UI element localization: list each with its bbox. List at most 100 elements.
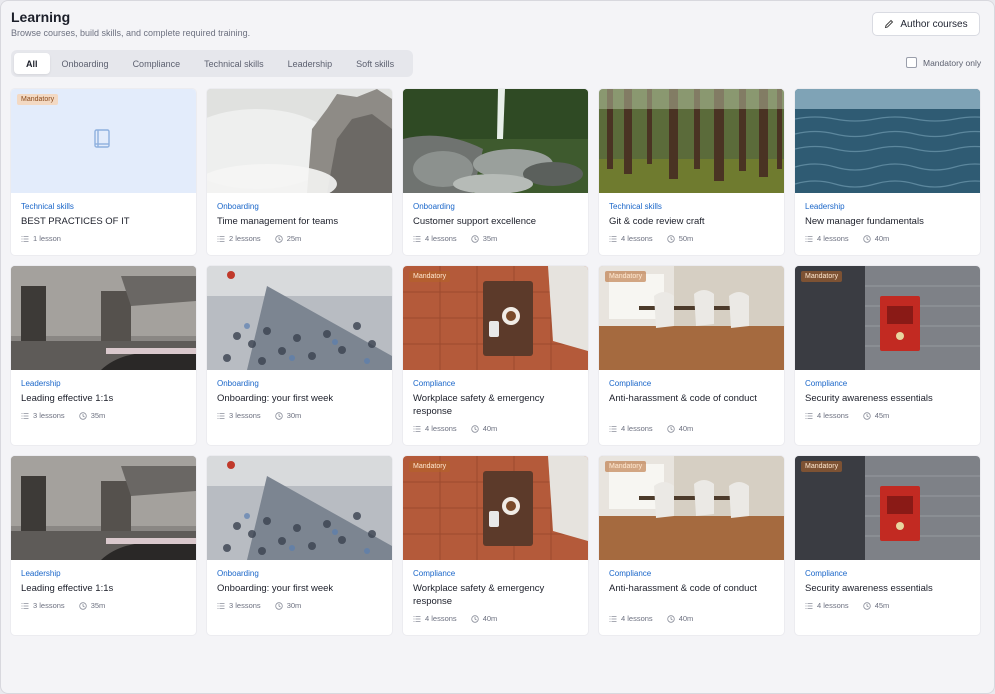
lessons-icon <box>21 412 29 419</box>
course-meta: 4 lessons 45m <box>805 601 889 610</box>
course-thumbnail: Mandatory <box>11 89 196 193</box>
duration: 35m <box>90 411 106 420</box>
lessons-icon <box>217 412 225 419</box>
course-meta: 4 lessons 40m <box>609 614 693 623</box>
mandatory-only-filter[interactable]: Mandatory only <box>906 57 981 68</box>
lessons-icon <box>805 235 813 242</box>
mandatory-badge: Mandatory <box>17 94 59 105</box>
tab-onboarding[interactable]: Onboarding <box>50 53 121 74</box>
lesson-count: 3 lessons <box>229 411 261 420</box>
lessons-icon <box>21 602 29 609</box>
course-card[interactable]: Mandatory Technical skills BEST PRACTICES … <box>11 89 196 255</box>
course-title: Workplace safety & emergency response <box>413 393 545 417</box>
course-thumbnail <box>11 456 196 560</box>
course-category: Onboarding <box>413 202 455 211</box>
duration: 40m <box>482 614 498 623</box>
clock-icon <box>274 234 283 243</box>
lessons-icon <box>805 602 813 609</box>
course-category: Leadership <box>21 569 61 578</box>
author-courses-button[interactable]: Author courses <box>872 12 980 36</box>
course-card[interactable]: Mandatory Compliance Anti-harassment & cod… <box>599 266 784 445</box>
clock-icon <box>666 234 675 243</box>
course-meta: 4 lessons 40m <box>609 424 693 433</box>
mandatory-badge: Mandatory <box>801 271 843 282</box>
course-card[interactable]: Leadership Leading effective 1:1s 3 lesson… <box>11 456 196 635</box>
course-card[interactable]: Leadership Leading effective 1:1s 3 lesson… <box>11 266 196 445</box>
tab-leadership[interactable]: Leadership <box>276 53 345 74</box>
course-image <box>11 456 196 560</box>
clock-icon <box>862 411 871 420</box>
clock-icon <box>666 614 675 623</box>
lesson-count: 3 lessons <box>229 601 261 610</box>
course-thumbnail: Mandatory <box>795 456 980 560</box>
lesson-count: 4 lessons <box>425 424 457 433</box>
course-category: Compliance <box>805 569 848 578</box>
course-thumbnail: Mandatory <box>403 456 588 560</box>
course-meta: 3 lessons 35m <box>21 411 105 420</box>
category-tabs: All Onboarding Compliance Technical skil… <box>11 50 413 77</box>
clock-icon <box>470 234 479 243</box>
learning-page: Learning Browse courses, build skills, a… <box>0 0 995 694</box>
course-category: Compliance <box>413 569 456 578</box>
course-card[interactable]: Onboarding Onboarding: your first week 3 l… <box>207 456 392 635</box>
course-title: New manager fundamentals <box>805 216 924 227</box>
course-thumbnail <box>403 89 588 193</box>
course-category: Technical skills <box>21 202 74 211</box>
duration: 35m <box>90 601 106 610</box>
lessons-icon <box>217 235 225 242</box>
course-category: Compliance <box>413 379 456 388</box>
course-card[interactable]: Mandatory Compliance Security awareness es… <box>795 456 980 635</box>
clock-icon <box>862 234 871 243</box>
course-thumbnail: Mandatory <box>599 456 784 560</box>
course-meta: 4 lessons 40m <box>413 614 497 623</box>
mandatory-badge: Mandatory <box>409 271 451 282</box>
clock-icon <box>862 601 871 610</box>
course-thumbnail <box>207 456 392 560</box>
course-meta: 3 lessons 30m <box>217 411 301 420</box>
course-category: Leadership <box>21 379 61 388</box>
lessons-icon <box>805 412 813 419</box>
course-thumbnail <box>11 266 196 370</box>
page-title: Learning <box>11 9 71 25</box>
clock-icon <box>274 601 283 610</box>
course-title: Security awareness essentials <box>805 393 933 404</box>
lesson-count: 3 lessons <box>33 411 65 420</box>
lessons-icon <box>21 235 29 242</box>
mandatory-only-checkbox[interactable] <box>906 57 917 68</box>
course-title: Customer support excellence <box>413 216 537 227</box>
lesson-count: 4 lessons <box>817 601 849 610</box>
duration: 25m <box>286 234 302 243</box>
course-meta: 4 lessons 35m <box>413 234 497 243</box>
duration: 40m <box>678 424 694 433</box>
tab-compliance[interactable]: Compliance <box>121 53 193 74</box>
course-card[interactable]: Mandatory Compliance Workplace safety & em… <box>403 456 588 635</box>
tab-technical-skills[interactable]: Technical skills <box>192 53 276 74</box>
course-card[interactable]: Mandatory Compliance Workplace safety & em… <box>403 266 588 445</box>
course-card[interactable]: Onboarding Time management for teams 2 les… <box>207 89 392 255</box>
course-title: Git & code review craft <box>609 216 705 227</box>
clock-icon <box>666 424 675 433</box>
course-card[interactable]: Onboarding Customer support excellence 4 l… <box>403 89 588 255</box>
clock-icon <box>78 601 87 610</box>
course-meta: 3 lessons 30m <box>217 601 301 610</box>
course-title: Anti-harassment & code of conduct <box>609 393 757 404</box>
course-meta: 4 lessons 50m <box>609 234 693 243</box>
course-category: Onboarding <box>217 379 259 388</box>
clock-icon <box>470 424 479 433</box>
course-card[interactable]: Technical skills Git & code review craft 4… <box>599 89 784 255</box>
course-category: Onboarding <box>217 202 259 211</box>
course-card[interactable]: Onboarding Onboarding: your first week 3 l… <box>207 266 392 445</box>
course-thumbnail <box>207 89 392 193</box>
course-thumbnail <box>207 266 392 370</box>
tab-soft-skills[interactable]: Soft skills <box>344 53 406 74</box>
lesson-count: 4 lessons <box>817 411 849 420</box>
course-title: Workplace safety & emergency response <box>413 583 545 607</box>
course-card[interactable]: Mandatory Compliance Security awareness es… <box>795 266 980 445</box>
clock-icon <box>78 411 87 420</box>
course-card[interactable]: Mandatory Compliance Anti-harassment & cod… <box>599 456 784 635</box>
lesson-count: 4 lessons <box>425 234 457 243</box>
course-card[interactable]: Leadership New manager fundamentals 4 less… <box>795 89 980 255</box>
course-title: BEST PRACTICES OF IT <box>21 216 130 227</box>
tab-all[interactable]: All <box>14 53 50 74</box>
course-thumbnail: Mandatory <box>795 266 980 370</box>
